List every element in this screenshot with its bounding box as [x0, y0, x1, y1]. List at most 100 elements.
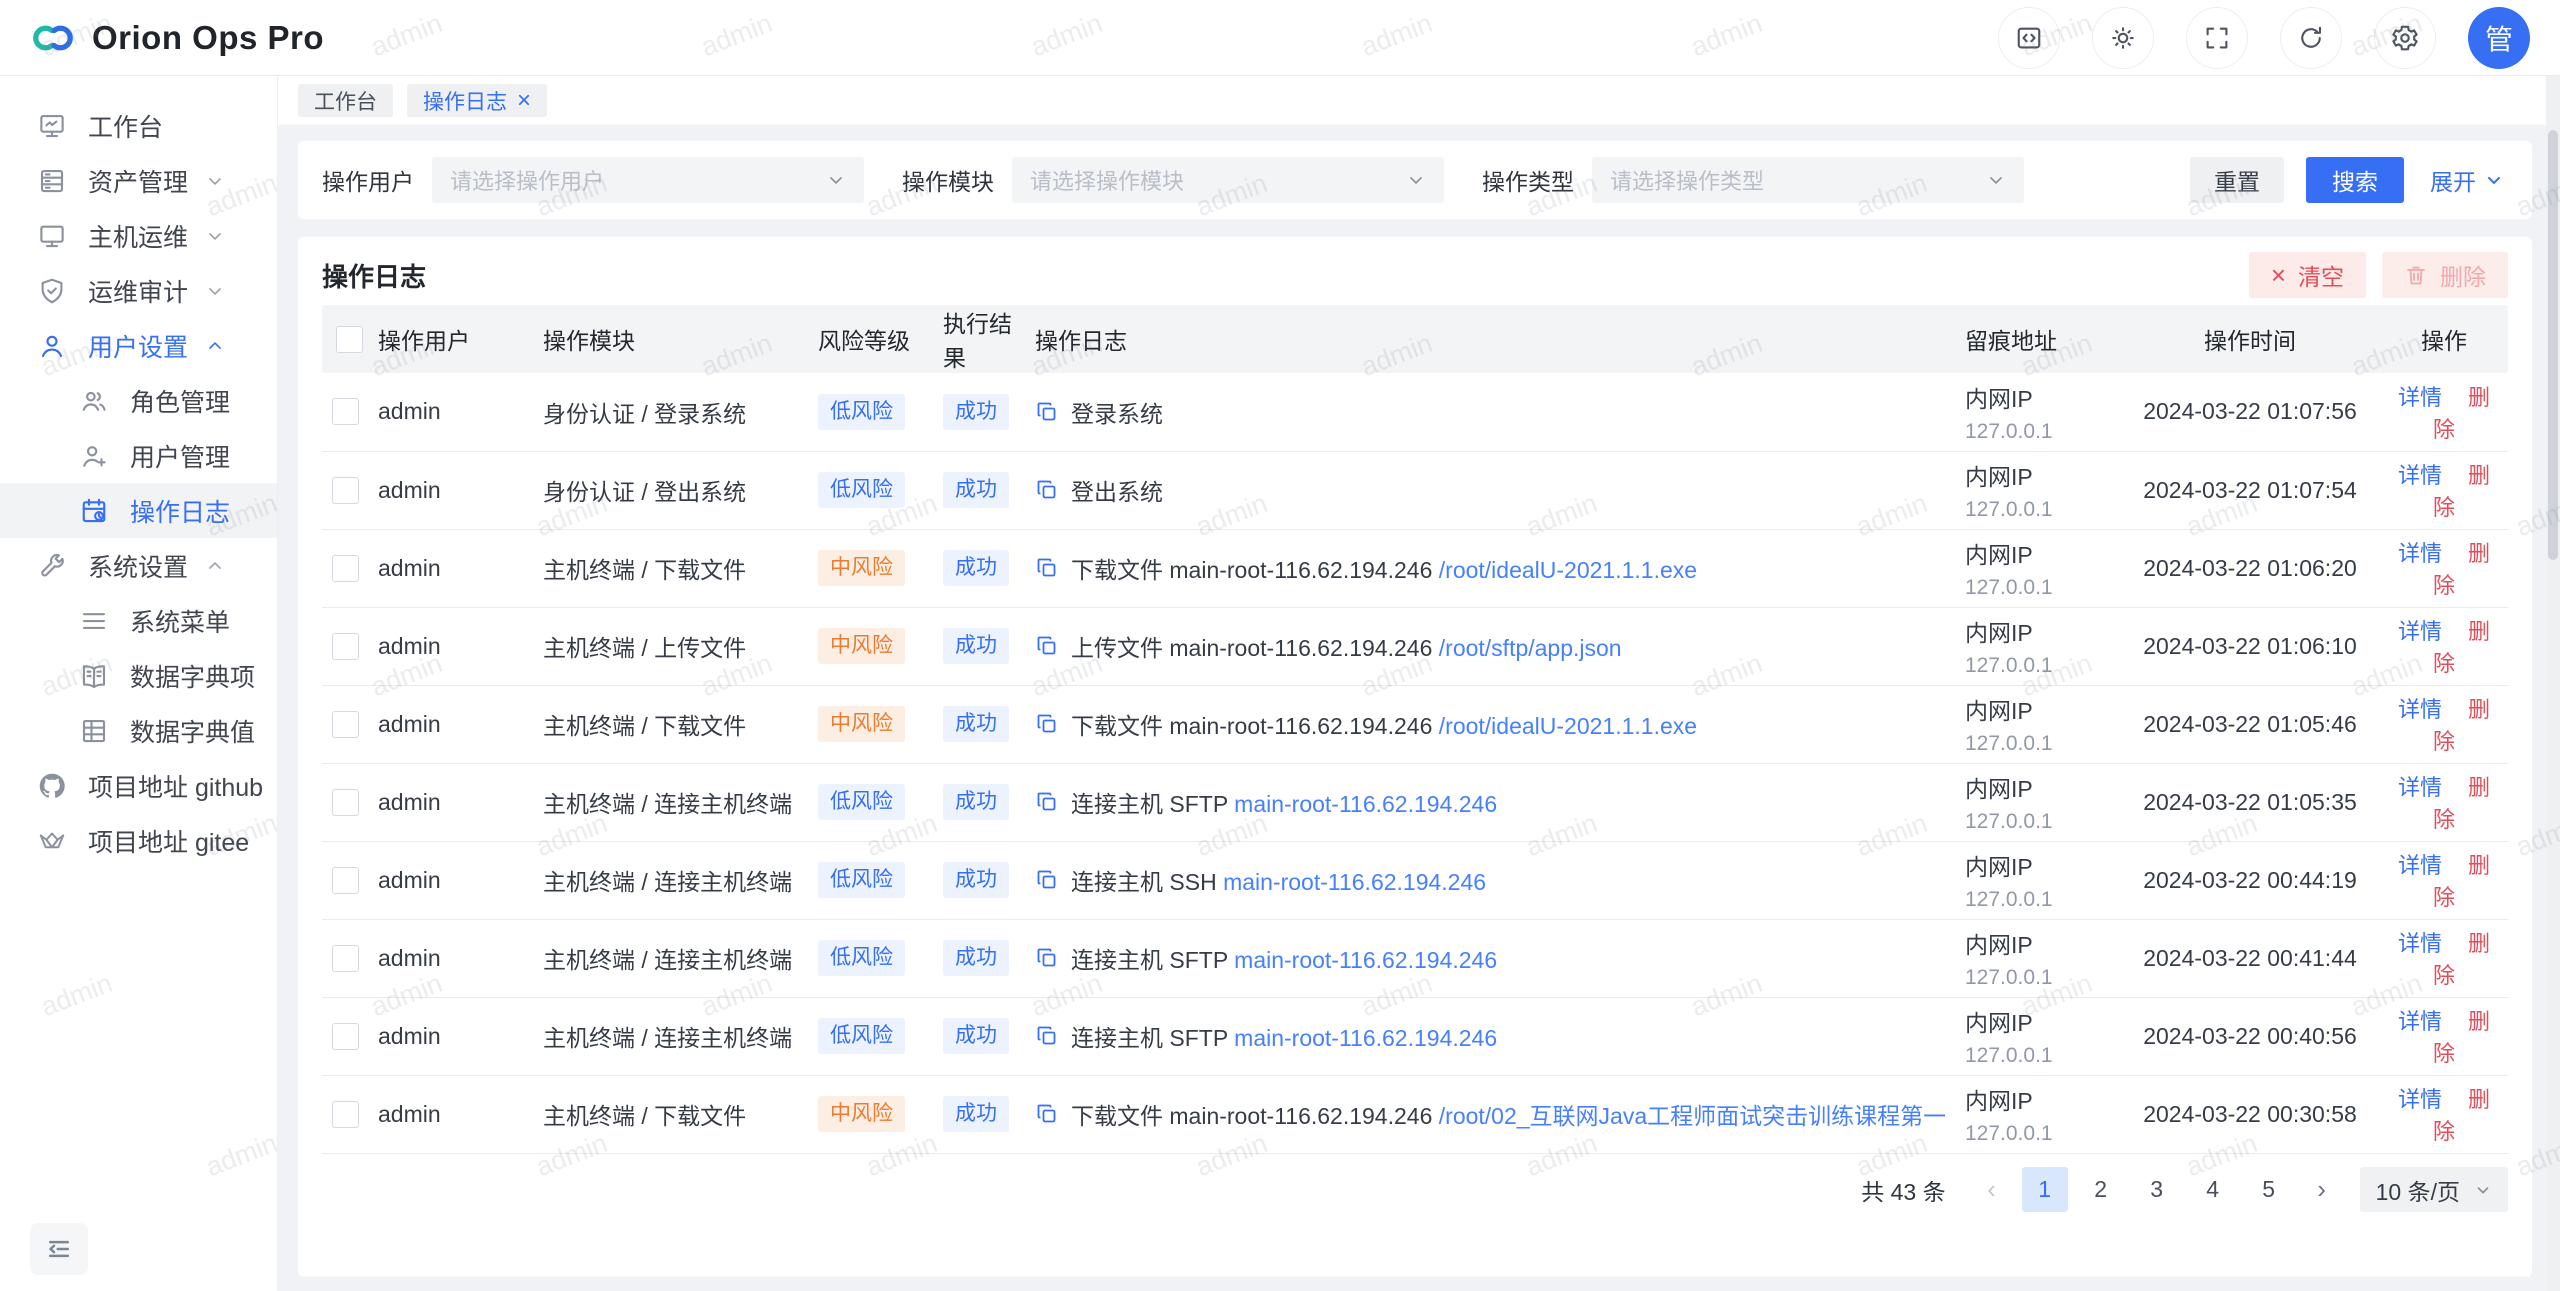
sidebar-item-0[interactable]: 工作台: [0, 98, 277, 153]
select-all-checkbox[interactable]: [336, 326, 363, 353]
log-table-body: admin 身份认证 / 登录系统 低风险 成功 登录系统 内网IP 127.0…: [322, 373, 2508, 1153]
row-checkbox[interactable]: [332, 945, 359, 972]
expand-button[interactable]: 展开: [2426, 157, 2508, 203]
copy-icon[interactable]: [1035, 868, 1059, 892]
cell-ops: 详情删除: [2380, 763, 2508, 841]
row-checkbox[interactable]: [332, 398, 359, 425]
delete-button[interactable]: 删除: [2382, 252, 2508, 298]
row-checkbox[interactable]: [332, 477, 359, 504]
row-checkbox[interactable]: [332, 867, 359, 894]
log-link[interactable]: main-root-116.62.194.246: [1234, 1025, 1497, 1051]
detail-link[interactable]: 详情: [2398, 853, 2442, 878]
risk-tag: 中风险: [818, 628, 905, 664]
filter-select-1[interactable]: 请选择操作模块: [1012, 157, 1444, 203]
fullscreen-button[interactable]: [2186, 7, 2248, 69]
row-checkbox[interactable]: [332, 789, 359, 816]
clear-button[interactable]: × 清空: [2249, 252, 2366, 298]
row-checkbox[interactable]: [332, 555, 359, 582]
detail-link[interactable]: 详情: [2398, 463, 2442, 488]
refresh-button[interactable]: [2280, 7, 2342, 69]
sidebar-item-6[interactable]: 用户管理: [0, 428, 277, 483]
sidebar-item-3[interactable]: 运维审计: [0, 263, 277, 318]
row-checkbox[interactable]: [332, 633, 359, 660]
sidebar-item-12[interactable]: 项目地址 github: [0, 758, 277, 813]
detail-link[interactable]: 详情: [2398, 541, 2442, 566]
cell-ops: 详情删除: [2380, 529, 2508, 607]
detail-link[interactable]: 详情: [2398, 385, 2442, 410]
row-checkbox[interactable]: [332, 1101, 359, 1128]
detail-link[interactable]: 详情: [2398, 697, 2442, 722]
copy-icon[interactable]: [1035, 634, 1059, 658]
sidebar-collapse-button[interactable]: [30, 1223, 88, 1275]
sidebar-item-5[interactable]: 角色管理: [0, 373, 277, 428]
copy-icon[interactable]: [1035, 946, 1059, 970]
filter-field-1: 操作模块 请选择操作模块: [902, 157, 1444, 203]
sidebar-item-10[interactable]: 数据字典项: [0, 648, 277, 703]
sidebar-item-13[interactable]: 项目地址 gitee: [0, 813, 277, 868]
copy-icon[interactable]: [1035, 556, 1059, 580]
col-header-result: 执行结果: [933, 305, 1025, 373]
copy-icon[interactable]: [1035, 790, 1059, 814]
sidebar-item-1[interactable]: 资产管理: [0, 153, 277, 208]
cell-log: 登录系统: [1035, 395, 1945, 429]
search-button[interactable]: 搜索: [2306, 157, 2404, 203]
log-link[interactable]: /root/sftp/app.json: [1439, 635, 1622, 661]
result-tag: 成功: [943, 1018, 1009, 1054]
log-link[interactable]: /root/idealU-2021.1.1.exe: [1439, 713, 1697, 739]
cell-ip: 内网IP 127.0.0.1: [1955, 1075, 2120, 1153]
code-panel-button[interactable]: [1998, 7, 2060, 69]
sidebar-item-9[interactable]: 系统菜单: [0, 593, 277, 648]
copy-icon[interactable]: [1035, 400, 1059, 424]
log-link[interactable]: main-root-116.62.194.246: [1234, 947, 1497, 973]
detail-link[interactable]: 详情: [2398, 1009, 2442, 1034]
copy-icon[interactable]: [1035, 1102, 1059, 1126]
col-header-ops: 操作: [2380, 305, 2508, 373]
pagination-page-2[interactable]: 2: [2078, 1167, 2124, 1212]
settings-gear-button[interactable]: [2374, 7, 2436, 69]
sidebar-item-11[interactable]: 数据字典值: [0, 703, 277, 758]
theme-sun-button[interactable]: [2092, 7, 2154, 69]
pagination-page-4[interactable]: 4: [2190, 1167, 2236, 1212]
tab-0[interactable]: 工作台: [298, 84, 393, 117]
close-icon: ×: [2271, 262, 2286, 288]
log-link[interactable]: /root/02_互联网Java工程师面试突击训练课程第一季的内容说明.zip: [1439, 1103, 1945, 1129]
result-tag: 成功: [943, 472, 1009, 508]
user-icon: [36, 330, 68, 362]
detail-link[interactable]: 详情: [2398, 619, 2442, 644]
log-link[interactable]: /root/idealU-2021.1.1.exe: [1439, 557, 1697, 583]
tab-close-icon[interactable]: ×: [517, 89, 531, 113]
tab-1[interactable]: 操作日志×: [407, 84, 547, 117]
filter-select-2[interactable]: 请选择操作类型: [1592, 157, 2024, 203]
cell-module: 主机终端 / 连接主机终端: [533, 841, 808, 919]
copy-icon[interactable]: [1035, 478, 1059, 502]
detail-link[interactable]: 详情: [2398, 1087, 2442, 1112]
chevron-down-icon: [2484, 170, 2504, 190]
pagination-next-button[interactable]: ›: [2302, 1167, 2342, 1212]
pagination-page-1[interactable]: 1: [2022, 1167, 2068, 1212]
log-link[interactable]: main-root-116.62.194.246: [1223, 869, 1486, 895]
pagination-page-3[interactable]: 3: [2134, 1167, 2180, 1212]
copy-icon[interactable]: [1035, 712, 1059, 736]
detail-link[interactable]: 详情: [2398, 775, 2442, 800]
cell-time: 2024-03-22 01:06:20: [2120, 529, 2380, 607]
cell-ops: 详情删除: [2380, 919, 2508, 997]
sidebar-item-8[interactable]: 系统设置: [0, 538, 277, 593]
reset-button[interactable]: 重置: [2190, 157, 2284, 203]
table-row: admin 身份认证 / 登录系统 低风险 成功 登录系统 内网IP 127.0…: [322, 373, 2508, 451]
pagination-page-5[interactable]: 5: [2246, 1167, 2292, 1212]
copy-icon[interactable]: [1035, 1024, 1059, 1048]
sidebar-item-4[interactable]: 用户设置: [0, 318, 277, 373]
user-avatar[interactable]: 管: [2468, 7, 2530, 69]
orion-logo-icon: [30, 19, 76, 57]
page-size-select[interactable]: 10 条/页: [2360, 1167, 2508, 1212]
cell-user: admin: [368, 607, 533, 685]
log-link[interactable]: main-root-116.62.194.246: [1234, 791, 1497, 817]
sidebar-item-2[interactable]: 主机运维: [0, 208, 277, 263]
pagination-prev-button[interactable]: ‹: [1972, 1167, 2012, 1212]
detail-link[interactable]: 详情: [2398, 931, 2442, 956]
filter-select-0[interactable]: 请选择操作用户: [432, 157, 864, 203]
row-checkbox[interactable]: [332, 711, 359, 738]
sidebar-item-7[interactable]: 操作日志: [0, 483, 277, 538]
row-checkbox[interactable]: [332, 1023, 359, 1050]
scrollbar-thumb[interactable]: [2548, 130, 2558, 560]
